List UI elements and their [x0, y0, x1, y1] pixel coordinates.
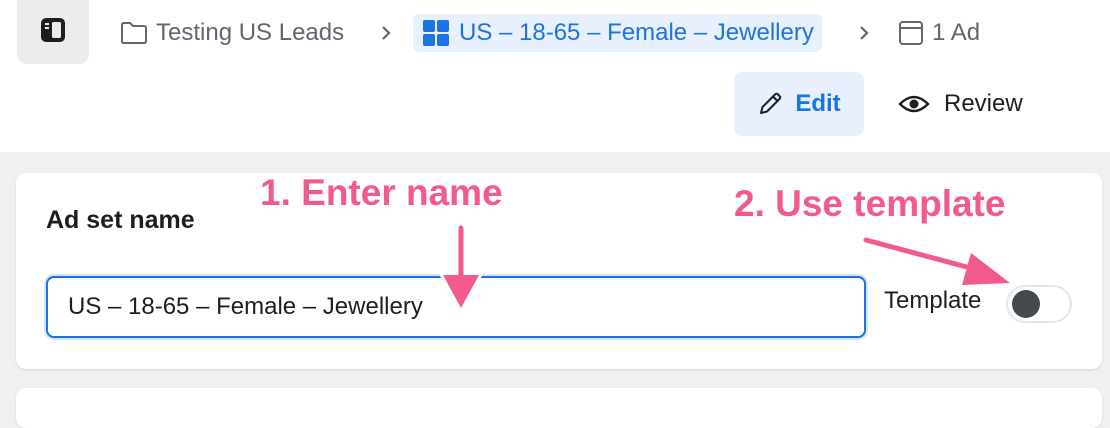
review-button-label: Review [944, 90, 1023, 117]
breadcrumb-ad-set[interactable]: US – 18-65 – Female – Jewellery [413, 14, 822, 52]
template-toggle[interactable] [1006, 285, 1072, 323]
ad-set-grid-icon [421, 18, 451, 48]
folder-icon [120, 21, 148, 45]
pencil-icon [760, 92, 782, 114]
breadcrumb-campaign-label: Testing US Leads [156, 19, 345, 46]
annotation-use-template: 2. Use template [732, 182, 1006, 226]
toggle-knob [1012, 290, 1040, 318]
review-button[interactable]: Review [898, 72, 1023, 136]
chevron-right-icon [856, 14, 872, 52]
top-bar: Testing US Leads US – 18-65 – Female – J… [0, 0, 1110, 152]
edit-button[interactable]: Edit [734, 72, 864, 136]
next-card [16, 388, 1102, 428]
breadcrumb-ad-label: 1 Ad [932, 19, 981, 46]
sidebar-toggle-button[interactable] [17, 0, 89, 64]
template-label: Template [884, 287, 982, 314]
sidebar-panel-icon [39, 16, 67, 49]
ad-set-name-heading: Ad set name [46, 206, 195, 234]
eye-icon [898, 95, 930, 113]
edit-button-label: Edit [795, 90, 841, 117]
annotation-enter-name: 1. Enter name [259, 171, 505, 215]
breadcrumb-campaign[interactable]: Testing US Leads [120, 14, 344, 52]
breadcrumb-ad-set-label: US – 18-65 – Female – Jewellery [459, 19, 814, 46]
breadcrumb-ad[interactable]: 1 Ad [898, 14, 980, 52]
ad-window-icon [898, 20, 924, 46]
chevron-right-icon [378, 14, 394, 52]
ad-set-name-input[interactable] [46, 276, 866, 338]
